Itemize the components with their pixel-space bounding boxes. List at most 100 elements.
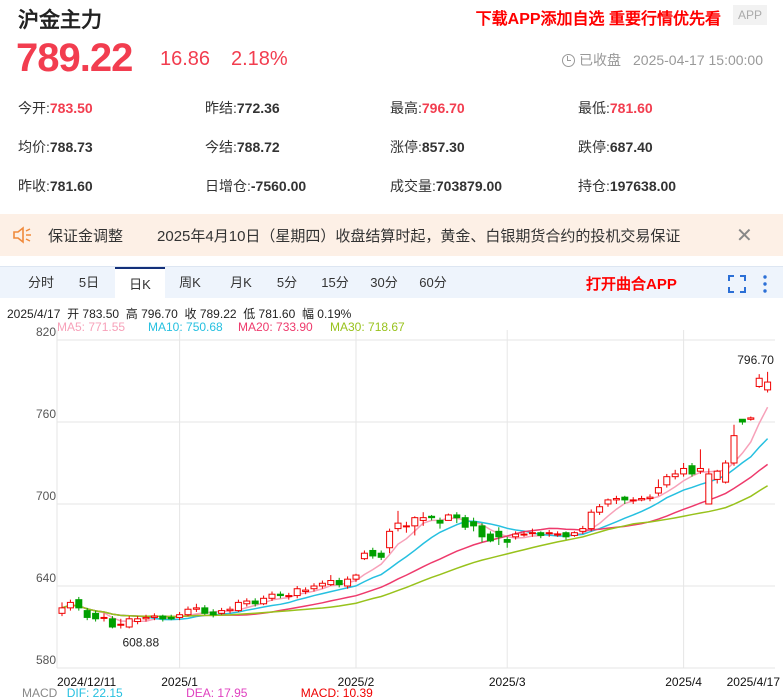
y-tick-label: 820	[36, 325, 56, 339]
candle-body	[352, 574, 360, 580]
candle-body	[327, 580, 335, 586]
candle-body	[713, 470, 721, 480]
candle-body	[428, 515, 436, 519]
y-tick-label: 700	[36, 489, 56, 503]
candle-body	[318, 582, 326, 587]
candle-body	[159, 615, 167, 620]
candle-body	[310, 585, 318, 590]
candle-body	[58, 607, 66, 614]
candle-body	[688, 465, 696, 475]
candle-body	[495, 530, 503, 538]
candle-body	[184, 608, 192, 616]
candle-body	[192, 607, 200, 610]
y-tick-label: 640	[36, 571, 56, 585]
candle-body	[234, 601, 242, 612]
candle-body	[201, 607, 209, 614]
candle-body	[243, 600, 251, 605]
candle-body	[596, 506, 604, 513]
candle-body	[705, 473, 713, 505]
candle-body	[663, 476, 671, 486]
macd-dea: DEA: 17.95	[186, 686, 248, 700]
candle-body	[738, 418, 746, 423]
candle-body	[764, 381, 772, 391]
candle-body	[335, 580, 343, 586]
candle-body	[638, 498, 646, 501]
candle-body	[226, 608, 234, 612]
candle-body	[461, 517, 469, 528]
candle-body	[108, 618, 116, 628]
candle-body	[604, 499, 612, 505]
candle-body	[276, 593, 284, 597]
candle-body	[747, 417, 755, 420]
candle-body	[696, 467, 704, 472]
candle-body	[671, 473, 679, 478]
candle-body	[369, 549, 377, 557]
candle-body	[512, 533, 520, 538]
candle-body	[419, 517, 427, 521]
macd-dif: DIF: 22.15	[66, 686, 123, 700]
candle-body	[83, 610, 91, 618]
candle-body	[436, 519, 444, 524]
candle-body	[587, 511, 595, 530]
candle-body	[680, 467, 688, 475]
x-tick-label: 2025/4	[665, 675, 702, 689]
candle-body	[377, 552, 385, 558]
candle-body	[260, 597, 268, 605]
candle-body	[142, 616, 150, 620]
candle-body	[520, 533, 528, 536]
candle-body	[503, 539, 511, 543]
candle-body	[486, 533, 494, 542]
candle-body	[730, 435, 738, 464]
candle-body	[302, 589, 310, 592]
candle-body	[285, 595, 293, 598]
min-price-label: 608.88	[122, 636, 159, 650]
candle-body	[453, 514, 461, 519]
max-price-label: 796.70	[737, 353, 774, 367]
candle-body	[755, 377, 763, 387]
candle-body	[470, 521, 478, 527]
x-tick-label: 2025/4/17	[727, 675, 781, 689]
kline-chart[interactable]: 8207607006405802024/12/11 2025/1 2025/2 202…	[0, 0, 783, 693]
candle-body	[251, 600, 259, 605]
candle-body	[570, 532, 578, 536]
candle-body	[268, 593, 276, 599]
macd-value: MACD: 10.39	[300, 686, 373, 700]
candle-body	[654, 487, 662, 494]
candle-body	[75, 599, 83, 609]
candle-body	[528, 532, 536, 535]
candle-body	[360, 552, 368, 560]
candle-body	[545, 532, 553, 535]
candle-body	[344, 578, 352, 587]
candle-body	[722, 462, 730, 483]
candle-body	[218, 610, 226, 614]
candle-body	[444, 514, 452, 521]
y-tick-label: 760	[36, 407, 56, 421]
candle-body	[92, 612, 100, 620]
candle-body	[646, 496, 654, 500]
candle-body	[293, 588, 301, 597]
ma5-line	[61, 406, 769, 623]
candle-body	[478, 525, 486, 538]
candle-body	[125, 618, 133, 628]
candle-body	[537, 532, 545, 536]
candle-body	[386, 530, 394, 549]
candle-body	[134, 618, 142, 623]
candle-body	[100, 616, 108, 619]
y-tick-label: 580	[36, 653, 56, 667]
candle-body	[209, 611, 217, 616]
candle-body	[629, 499, 637, 502]
candle-body	[167, 616, 175, 620]
candle-body	[176, 614, 184, 618]
x-tick-label: 2025/3	[489, 675, 526, 689]
candle-body	[562, 532, 570, 538]
candle-body	[579, 528, 587, 532]
candle-body	[411, 517, 419, 527]
candle-body	[621, 496, 629, 501]
macd-info: MACD DIF: 22.15 DEA: 17.95 MACD: 10.39	[22, 686, 373, 700]
candle-body	[554, 533, 562, 536]
candle-body	[394, 522, 402, 530]
candle-body	[612, 498, 620, 501]
candle-body	[66, 601, 74, 609]
candle-body	[150, 615, 158, 618]
candle-body	[402, 525, 410, 528]
